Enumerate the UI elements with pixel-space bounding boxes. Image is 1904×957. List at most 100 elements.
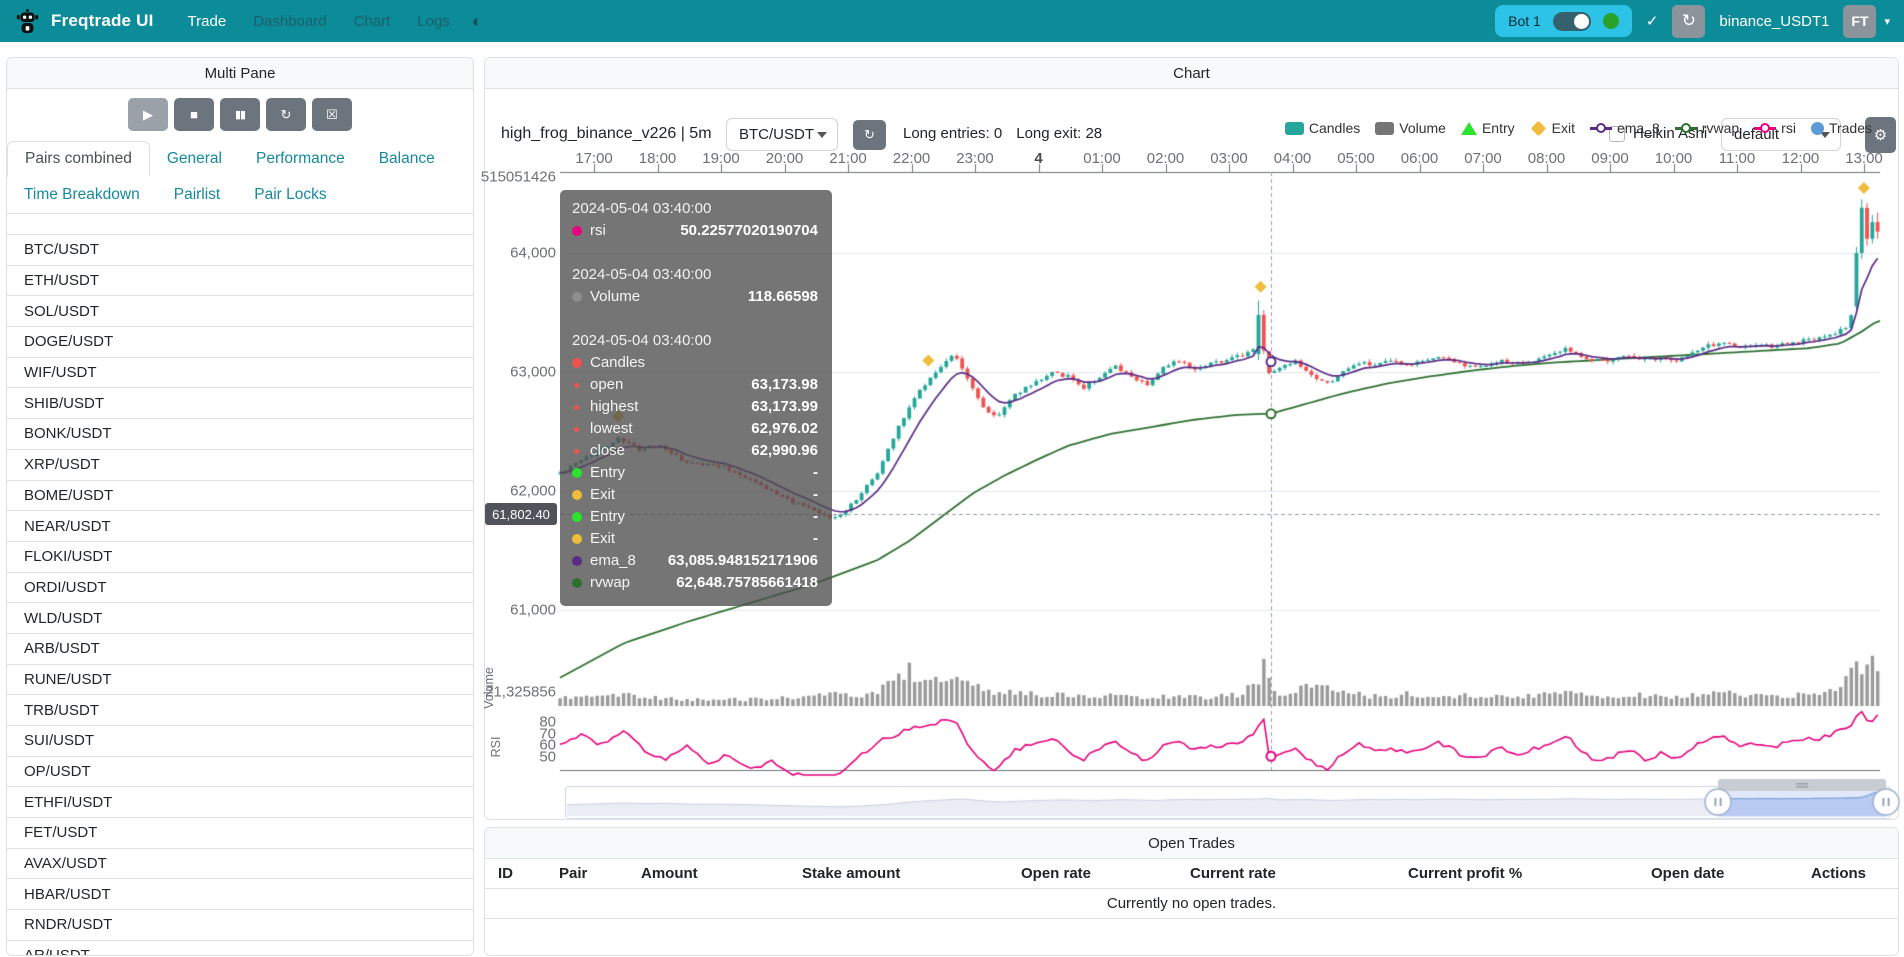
tab-performance[interactable]: Performance bbox=[239, 141, 362, 177]
pair-list-item[interactable]: TRB/USDT bbox=[7, 695, 473, 726]
pair-list-item[interactable]: NEAR/USDT bbox=[7, 511, 473, 542]
legend-item-volume[interactable]: Volume bbox=[1375, 120, 1446, 136]
nav-link-chart[interactable]: Chart bbox=[354, 13, 391, 30]
tooltip-row: highest63,173.99 bbox=[572, 396, 818, 418]
bot-name-label: Bot 1 bbox=[1508, 13, 1541, 29]
tab-pairlist[interactable]: Pairlist bbox=[157, 177, 238, 213]
tooltip-row: Entry- bbox=[572, 462, 818, 484]
legend-item-exit[interactable]: Exit bbox=[1530, 120, 1575, 136]
forced-exit-button[interactable]: ☒ bbox=[312, 98, 352, 131]
pair-list-item[interactable]: SUI/USDT bbox=[7, 726, 473, 757]
pair-list-item[interactable]: SOL/USDT bbox=[7, 296, 473, 327]
tooltip-label: Exit bbox=[590, 484, 615, 506]
pair-select[interactable]: BTC/USDT bbox=[726, 118, 838, 151]
nav-link-logs[interactable]: Logs bbox=[417, 13, 450, 30]
series-dot-icon bbox=[572, 512, 582, 522]
chart-refresh-button[interactable]: ↻ bbox=[853, 120, 886, 150]
legend-item-entry[interactable]: Entry bbox=[1461, 120, 1515, 136]
series-dot-icon bbox=[574, 383, 579, 388]
tooltip-section: 2024-05-04 03:40:00Volume118.66598 bbox=[572, 264, 818, 308]
chart-toolbar: high_frog_binance_v226 | 5m BTC/USDT ↻ L… bbox=[485, 89, 1898, 145]
legend-item-rvwap[interactable]: rvwap bbox=[1675, 120, 1739, 136]
reload-bot-button[interactable]: ↻ bbox=[1672, 5, 1705, 38]
series-dot-icon bbox=[572, 292, 582, 302]
pair-list-item[interactable]: WIF/USDT bbox=[7, 358, 473, 389]
brand[interactable]: Freqtrade UI bbox=[14, 8, 154, 35]
pair-list-item[interactable]: HBAR/USDT bbox=[7, 879, 473, 910]
pair-list-item[interactable]: ETH/USDT bbox=[7, 266, 473, 297]
nav-link-trade[interactable]: Trade bbox=[188, 13, 227, 30]
pair-list-item[interactable]: AR/USDT bbox=[7, 941, 473, 956]
rvwap-legend-marker-icon bbox=[1675, 122, 1697, 135]
pair-list-item[interactable]: RUNE/USDT bbox=[7, 665, 473, 696]
tab-pairs-combined[interactable]: Pairs combined bbox=[7, 141, 150, 177]
pair-list-item[interactable]: BTC/USDT bbox=[7, 235, 473, 266]
stop-button[interactable]: ■ bbox=[174, 98, 214, 131]
tooltip-label: rvwap bbox=[590, 572, 630, 594]
column-header-pair: Pair bbox=[546, 865, 628, 882]
pair-list-item[interactable]: SHIB/USDT bbox=[7, 388, 473, 419]
series-dot-icon bbox=[572, 468, 582, 478]
volume-legend-marker-icon bbox=[1375, 122, 1394, 135]
tab-time-breakdown[interactable]: Time Breakdown bbox=[7, 177, 157, 213]
pair-list-item[interactable]: DOGE/USDT bbox=[7, 327, 473, 358]
series-dot-icon bbox=[574, 427, 579, 432]
theme-toggle-icon[interactable]: ◐ bbox=[472, 11, 483, 32]
tooltip-value: 62,990.96 bbox=[751, 440, 818, 462]
tooltip-label: rsi bbox=[590, 220, 606, 242]
exit-legend-marker-icon bbox=[1530, 120, 1546, 136]
candles-legend-marker-icon bbox=[1285, 122, 1304, 135]
tooltip-label: ema_8 bbox=[590, 550, 636, 572]
chevron-down-icon[interactable]: ▾ bbox=[1884, 15, 1890, 28]
refresh-icon: ↻ bbox=[864, 127, 875, 143]
pair-list-item[interactable]: ARB/USDT bbox=[7, 634, 473, 665]
pair-list-item[interactable]: FLOKI/USDT bbox=[7, 542, 473, 573]
freqtrade-logo-robot-icon bbox=[14, 8, 41, 35]
pair-list-item[interactable]: FET/USDT bbox=[7, 818, 473, 849]
bot-selector[interactable]: Bot 1 bbox=[1495, 5, 1632, 37]
tooltip-label: open bbox=[590, 374, 623, 396]
tooltip-row: Volume118.66598 bbox=[572, 286, 818, 308]
refresh-button[interactable]: ↻ bbox=[266, 98, 306, 131]
column-header-open-date: Open date bbox=[1638, 865, 1798, 882]
pair-list-item[interactable]: XRP/USDT bbox=[7, 450, 473, 481]
legend-item-trades[interactable]: Trades bbox=[1811, 120, 1872, 136]
pair-list-item[interactable]: ORDI/USDT bbox=[7, 573, 473, 604]
bot-toggle-switch[interactable] bbox=[1553, 12, 1591, 31]
tab-pair-locks[interactable]: Pair Locks bbox=[237, 177, 343, 213]
tab-general[interactable]: General bbox=[150, 141, 239, 177]
legend-item-candles[interactable]: Candles bbox=[1285, 120, 1360, 136]
pair-list-item[interactable]: RNDR/USDT bbox=[7, 910, 473, 941]
top-navbar: Freqtrade UI Trade Dashboard Chart Logs ◐ B… bbox=[0, 0, 1904, 42]
pair-list-item[interactable]: WLD/USDT bbox=[7, 603, 473, 634]
play-button[interactable]: ▶ bbox=[128, 98, 168, 131]
pair-list-item[interactable]: ETHFI/USDT bbox=[7, 787, 473, 818]
pair-list-item[interactable]: BOME/USDT bbox=[7, 481, 473, 512]
legend-item-ema_8[interactable]: ema_8 bbox=[1590, 120, 1660, 136]
tooltip-value: - bbox=[813, 506, 818, 528]
exchange-account-label: binance_USDT1 bbox=[1719, 13, 1829, 30]
column-header-open-rate: Open rate bbox=[1008, 865, 1177, 882]
tooltip-row: Exit- bbox=[572, 484, 818, 506]
pair-list-item[interactable]: AVAX/USDT bbox=[7, 849, 473, 880]
nav-link-dashboard[interactable]: Dashboard bbox=[253, 13, 326, 30]
tooltip-section: 2024-05-04 03:40:00rsi50.22577020190704 bbox=[572, 198, 818, 242]
tooltip-row: Exit- bbox=[572, 528, 818, 550]
multi-pane-title: Multi Pane bbox=[7, 58, 473, 89]
avatar[interactable]: FT bbox=[1843, 5, 1876, 38]
pause-button[interactable]: ▮▮ bbox=[220, 98, 260, 131]
series-dot-icon bbox=[572, 578, 582, 588]
legend-label: ema_8 bbox=[1617, 120, 1660, 136]
legend-item-rsi[interactable]: rsi bbox=[1754, 120, 1796, 136]
tooltip-row: Candles bbox=[572, 352, 818, 374]
tooltip-value: 118.66598 bbox=[748, 286, 818, 308]
pair-list-item[interactable]: BONK/USDT bbox=[7, 419, 473, 450]
tooltip-label: close bbox=[590, 440, 625, 462]
tab-balance[interactable]: Balance bbox=[362, 141, 452, 177]
pair-list-item[interactable]: OP/USDT bbox=[7, 757, 473, 788]
tooltip-label: Candles bbox=[590, 352, 645, 374]
tooltip-value: 63,085.948152171906 bbox=[668, 550, 818, 572]
tooltip-label: highest bbox=[590, 396, 638, 418]
tooltip-value: 62,976.02 bbox=[751, 418, 818, 440]
gear-icon: ⚙ bbox=[1874, 126, 1887, 144]
